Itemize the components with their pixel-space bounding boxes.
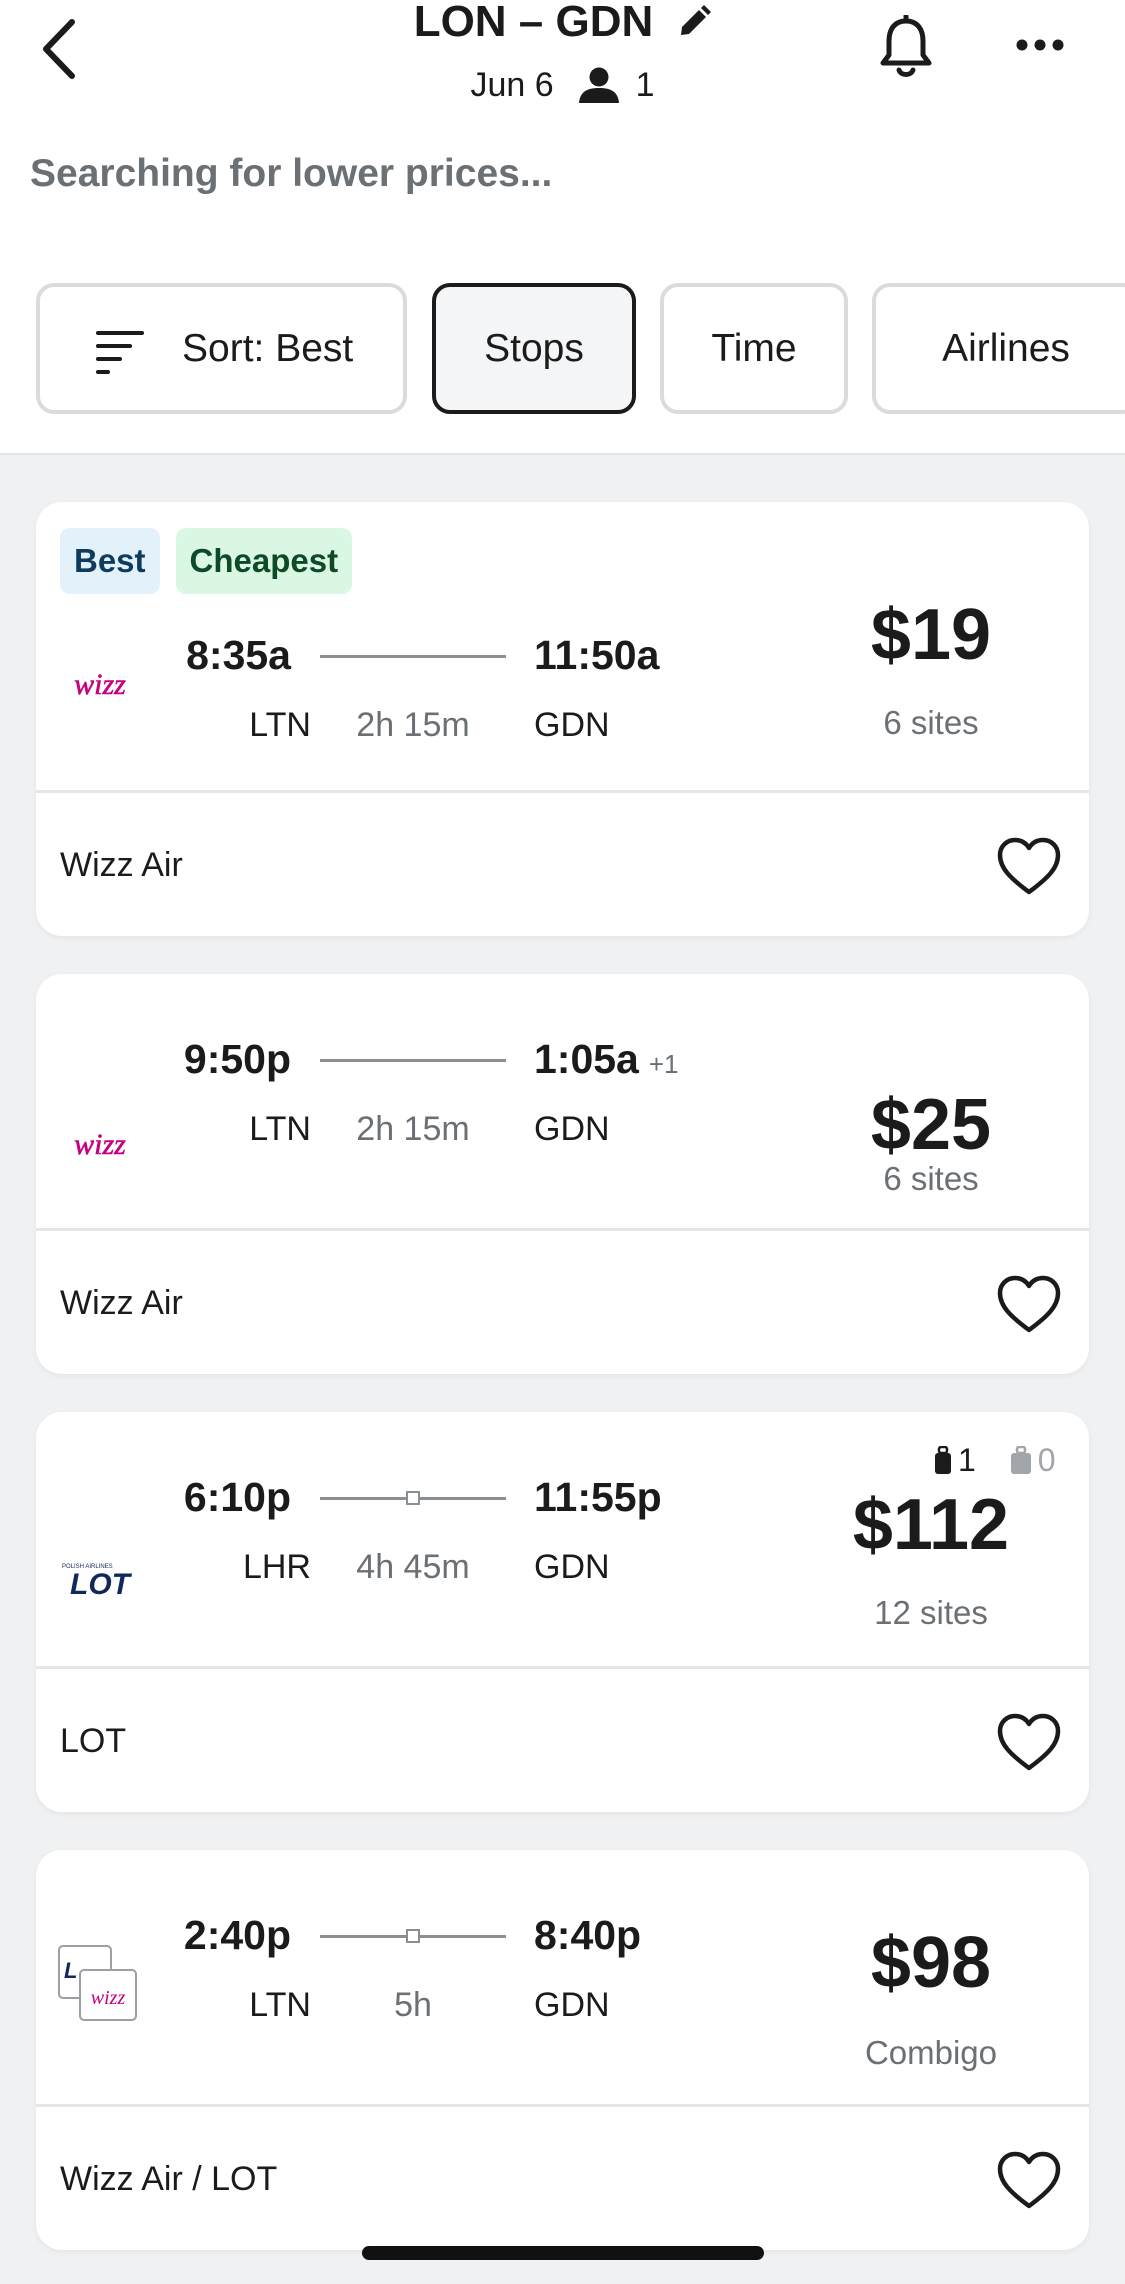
airline-name: Wizz Air [60,1284,183,1322]
arrival-time: 11:55p [534,1474,662,1520]
home-indicator[interactable] [362,2246,764,2260]
save-favorite-button[interactable] [994,1710,1064,1774]
svg-text:LOT: LOT [70,1568,133,1601]
departure-airport: LTN [249,1986,311,2024]
airlines-filter-button[interactable]: Airlines [872,283,1125,414]
svg-text:wizz: wizz [74,1128,126,1161]
flight-result-card[interactable]: wizz 9:50p 1:05a +1 LTN 2h 15m GDN $25 6 … [36,974,1089,1374]
departure-time: 6:10p [183,1474,291,1520]
price: $19 [870,595,992,675]
route-title[interactable]: LON – GDN [0,0,1125,44]
card-divider [36,790,1089,793]
arrival-time: 11:50a [534,632,660,678]
heart-icon [997,2151,1061,2209]
flight-timeline [320,655,506,658]
airline-name: LOT [60,1722,127,1760]
booking-sites-count: 12 sites [874,1594,988,1631]
booking-sites-count: 6 sites [883,704,979,741]
flight-result-card[interactable]: 1 0 POLISH AIRLINES LOT 6:10p 11:55p LHR… [36,1412,1089,1812]
departure-airport: LTN [249,1110,311,1148]
card-divider [36,1666,1089,1669]
heart-icon [997,837,1061,895]
result-badges: Best Cheapest [60,528,353,594]
airline-name: Wizz Air [60,846,183,884]
arrival-time: 1:05a +1 [534,1036,679,1083]
heart-icon [997,1275,1061,1333]
stops-filter-button[interactable]: Stops [432,283,636,414]
more-options-button[interactable] [1008,20,1072,70]
flight-duration: 2h 15m [356,706,470,744]
booking-sites-count: 6 sites [883,1160,979,1197]
sort-label: Sort: Best [182,326,354,370]
departure-time: 8:35a [186,632,291,678]
wizz-air-logo: wizz [58,640,142,724]
airline-name: Wizz Air / LOT [60,2160,278,2198]
arrival-airport: GDN [534,1548,610,1586]
card-divider [36,2104,1089,2107]
departure-time: 9:50p [183,1036,291,1082]
departure-airport: LHR [242,1548,311,1586]
arrival-time: 8:40p [534,1912,642,1958]
price: $112 [852,1485,1010,1565]
price: $25 [870,1085,992,1165]
sort-lines-icon [96,331,144,374]
save-favorite-button[interactable] [994,2148,1064,2212]
svg-text:wizz: wizz [91,1987,126,2009]
carry-on-count: 1 [958,1442,976,1478]
carry-on-bag-icon [935,1445,951,1474]
time-filter-button[interactable]: Time [660,283,848,414]
booking-provider: Combigo [864,2034,998,2071]
heart-icon [997,1713,1061,1771]
arrival-airport: GDN [534,706,610,744]
flight-timeline [320,1929,506,1943]
flight-duration: 4h 45m [356,1548,470,1586]
arrival-airport: GDN [534,1986,610,2024]
save-favorite-button[interactable] [994,834,1064,898]
departure-airport: LTN [249,706,311,744]
combined-airline-logo: L wizz [58,1940,142,2024]
checked-bag-icon [1010,1445,1031,1474]
svg-text:wizz: wizz [74,668,126,701]
flight-result-card[interactable]: L wizz 2:40p 8:40p LTN 5h GDN $98 Combig… [36,1850,1089,2250]
trip-details: Jun 6 1 [0,62,1125,108]
header: LON – GDN Jun 6 1 Searching for lower pr… [0,0,1125,455]
price-alert-button[interactable] [874,12,938,82]
passenger-count: 1 [635,66,655,104]
person-icon [578,67,619,103]
checked-bag-count: 0 [1037,1442,1056,1478]
bag-allowance: 1 0 [934,1442,1056,1479]
search-status: Searching for lower prices... [30,152,553,195]
arrival-airport: GDN [534,1110,610,1148]
lot-logo: POLISH AIRLINES LOT [58,1538,142,1622]
sort-button[interactable]: Sort: Best [36,283,407,414]
more-horizontal-icon [1016,39,1064,51]
pencil-icon[interactable] [677,5,712,39]
flight-result-card[interactable]: Best Cheapest wizz 8:35a 11:50a LTN 2h 1… [36,502,1089,936]
wizz-air-logo: wizz [58,1100,142,1184]
bell-icon [880,15,932,77]
cheapest-badge: Cheapest [175,528,353,594]
trip-date: Jun 6 [470,66,554,104]
flight-duration: 5h [394,1986,432,2024]
card-divider [36,1228,1089,1231]
price: $98 [870,1923,992,2003]
best-badge: Best [60,528,160,594]
route-text: LON – GDN [413,0,654,46]
flight-duration: 2h 15m [356,1110,470,1148]
flight-timeline [320,1491,506,1505]
flight-timeline [320,1059,506,1062]
arrival-time-value: 1:05a [534,1036,639,1082]
next-day-indicator: +1 [648,1049,679,1079]
svg-text:L: L [64,1958,77,1983]
stop-indicator [406,1491,420,1505]
save-favorite-button[interactable] [994,1272,1064,1336]
departure-time: 2:40p [183,1912,291,1958]
stop-indicator [406,1929,420,1943]
